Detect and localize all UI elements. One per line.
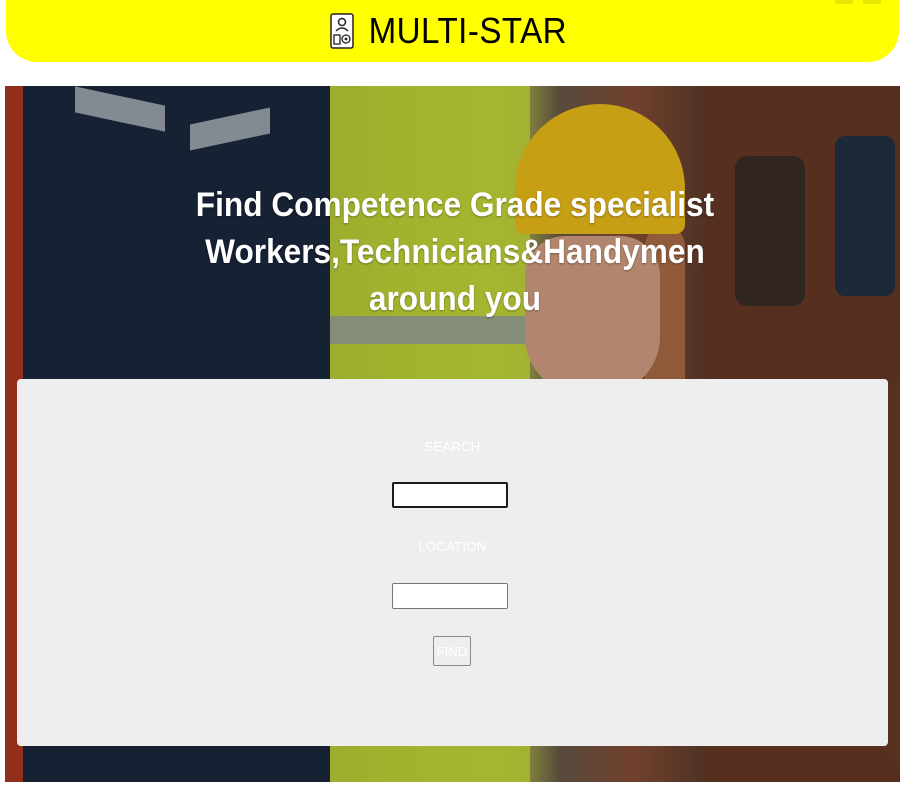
site-header: MULTI-STAR [6, 0, 899, 62]
hero-headline: Find Competence Grade specialist Workers… [176, 182, 734, 323]
brand[interactable]: MULTI-STAR [329, 10, 576, 52]
location-input[interactable] [392, 583, 508, 609]
find-button[interactable]: FIND [433, 636, 471, 666]
location-label: LOCATION [418, 539, 487, 554]
headline-line: Find Competence Grade specialist [195, 186, 715, 224]
search-input[interactable] [392, 482, 508, 508]
tools-worker-icon [329, 13, 354, 49]
search-panel: SEARCH LOCATION FIND [17, 379, 888, 746]
header-decoration [821, 0, 881, 6]
headline-line: around you [368, 280, 542, 318]
headline-line: Workers,Technicians&Handymen [205, 233, 705, 271]
brand-name: MULTI-STAR [368, 10, 567, 51]
search-label: SEARCH [424, 439, 481, 454]
